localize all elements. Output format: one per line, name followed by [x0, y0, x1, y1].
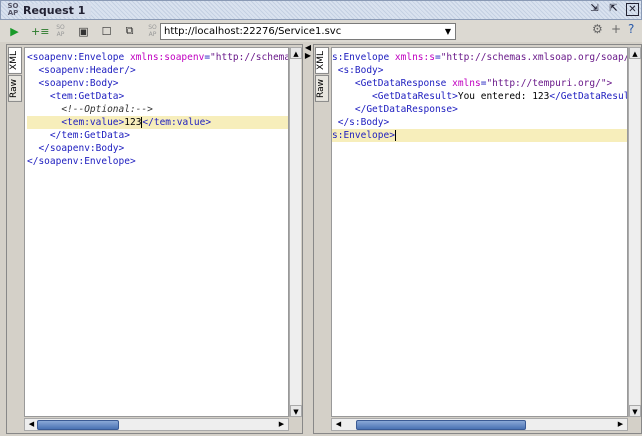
- grid-icon[interactable]: ▣: [77, 25, 90, 38]
- endpoint-url-select[interactable]: http://localhost:22276/Service1.svc ▼: [160, 23, 456, 40]
- minimize-icon[interactable]: ⇲: [588, 3, 601, 16]
- xml-val: "http://schemas.xmlsoap.org/soap/envelop…: [440, 52, 628, 63]
- pane-divider[interactable]: ◀ ▶: [303, 44, 313, 434]
- tab-raw[interactable]: Raw: [8, 74, 22, 102]
- run-icon[interactable]: ▶: [8, 25, 21, 38]
- vertical-scrollbar[interactable]: ▲ ▼: [289, 47, 302, 417]
- xml-attr: xmlns:soapenv: [129, 52, 205, 63]
- xml-tag: <s:Body>: [332, 65, 384, 76]
- vertical-scrollbar[interactable]: ▲ ▼: [628, 47, 641, 417]
- xml-line: <soapenv:Envelope xmlns:soapenv="http://…: [27, 51, 288, 64]
- text-caret: [394, 130, 396, 141]
- scroll-right-icon[interactable]: ▶: [615, 419, 626, 430]
- xml-text: 123: [124, 117, 142, 128]
- maximize-icon[interactable]: ⇱: [607, 3, 620, 16]
- xml-line: <GetDataResult>You entered: 123</GetData…: [332, 90, 627, 103]
- xml-attr: xmlns: [452, 78, 481, 89]
- title-bar: SO AP Request 1 ⇲ ⇱ ✕: [0, 0, 642, 20]
- chevron-down-icon: ▼: [444, 27, 451, 36]
- xml-line: </soapenv:Body>: [27, 142, 288, 155]
- xml-tag: s:Envelope: [332, 52, 395, 63]
- xml-tag: </tem:GetData>: [49, 130, 130, 141]
- xml-tag: <tem:value>: [61, 117, 125, 128]
- copy-icon[interactable]: ⧉: [123, 24, 136, 38]
- scroll-up-icon[interactable]: ▲: [629, 47, 641, 59]
- xml-tag: </GetDataResponse>: [332, 104, 458, 115]
- tab-xml[interactable]: XML: [8, 47, 22, 74]
- soapui-logo-icon: SO AP: [7, 2, 19, 17]
- xml-tag: </soapenv:Envelope>: [27, 156, 136, 167]
- xml-tag: </s:Body>: [332, 117, 390, 128]
- xml-line: s:Envelope xmlns:s="http://schemas.xmlso…: [332, 51, 627, 64]
- response-pane: XML Raw s:Envelope xmlns:s="http://schem…: [313, 44, 642, 434]
- scroll-thumb[interactable]: [356, 420, 526, 430]
- add-icon[interactable]: +: [611, 22, 621, 36]
- xml-line: <soapenv:Body>: [27, 77, 288, 90]
- single-page-icon[interactable]: ☐: [100, 25, 113, 38]
- endpoint-url-value: http://localhost:22276/Service1.svc: [164, 26, 342, 37]
- scroll-up-icon[interactable]: ▲: [290, 47, 302, 59]
- scroll-left-icon[interactable]: ◀: [333, 419, 344, 430]
- xml-comment: <!--Optional:-->: [61, 104, 153, 115]
- settings-icon[interactable]: ⚙: [592, 22, 603, 36]
- xml-tag: s:Envelope>: [332, 130, 395, 141]
- scroll-thumb[interactable]: [37, 420, 119, 430]
- xml-line: <tem:GetData>: [27, 90, 288, 103]
- xml-line: <soapenv:Header/>: [27, 64, 288, 77]
- request-xml-editor[interactable]: <soapenv:Envelope xmlns:soapenv="http://…: [24, 47, 289, 417]
- xml-line: </soapenv:Envelope>: [27, 155, 288, 168]
- tab-raw[interactable]: Raw: [315, 74, 329, 102]
- xml-line: <tem:value>123</tem:value>: [27, 116, 288, 129]
- xml-tag: <soapenv:Body>: [38, 78, 119, 89]
- scroll-right-icon[interactable]: ▶: [276, 419, 287, 430]
- xml-tag: </soapenv:Body>: [38, 143, 125, 154]
- xml-attr: xmlns:s: [394, 52, 435, 63]
- request-pane: XML Raw <soapenv:Envelope xmlns:soapenv=…: [6, 44, 303, 434]
- xml-val: "http://schemas.xmlsoap.org/soap/envelop…: [210, 52, 288, 63]
- xml-line: </tem:GetData>: [27, 129, 288, 142]
- scroll-left-icon[interactable]: ◀: [26, 419, 37, 430]
- xml-line: </s:Body>: [332, 116, 627, 129]
- horizontal-scrollbar[interactable]: ◀ ▶: [24, 418, 289, 431]
- xml-close: </GetDataResult>: [549, 91, 627, 102]
- xml-line: <s:Body>: [332, 64, 627, 77]
- xml-line: <GetDataResponse xmlns="http://tempuri.o…: [332, 77, 627, 90]
- horizontal-scrollbar[interactable]: ◀ ▶: [331, 418, 628, 431]
- xml-close: </tem:value>: [142, 117, 212, 128]
- xml-line: s:Envelope>: [332, 129, 627, 142]
- xml-text: You entered: 123: [457, 91, 550, 102]
- xml-line: </GetDataResponse>: [332, 103, 627, 116]
- xml-tag: <tem:GetData>: [49, 91, 125, 102]
- close-icon[interactable]: ✕: [626, 3, 639, 16]
- xml-tag: <soapenv:Envelope: [27, 52, 130, 63]
- soap-icon[interactable]: SO AP: [54, 24, 67, 38]
- scroll-down-icon[interactable]: ▼: [629, 405, 641, 417]
- tab-xml[interactable]: XML: [315, 47, 329, 74]
- xml-line: <!--Optional:-->: [27, 103, 288, 116]
- help-icon[interactable]: ?: [628, 22, 634, 36]
- response-xml-editor[interactable]: s:Envelope xmlns:s="http://schemas.xmlso…: [331, 47, 628, 417]
- xml-tag: <GetDataResult>: [332, 91, 458, 102]
- collapse-arrows-icon[interactable]: ◀ ▶: [305, 43, 311, 60]
- add-assertion-icon[interactable]: +≡: [31, 25, 49, 38]
- soap-icon[interactable]: SO AP: [146, 24, 159, 38]
- xml-tag: <soapenv:Header/>: [38, 65, 136, 76]
- scroll-down-icon[interactable]: ▼: [290, 405, 302, 417]
- window-title: Request 1: [23, 3, 92, 17]
- xml-tag: <GetDataResponse: [332, 78, 453, 89]
- xml-val: "http://tempuri.org/">: [486, 78, 613, 89]
